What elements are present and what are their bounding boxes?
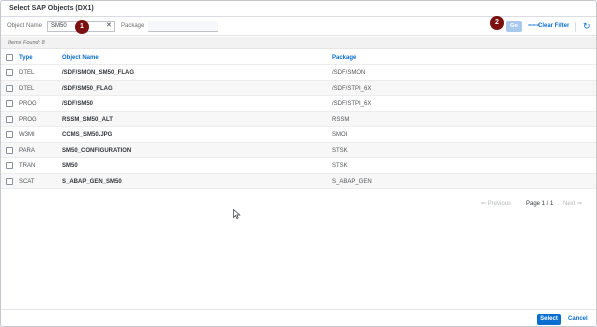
row-checkbox[interactable] — [6, 177, 13, 185]
row-type: PARA — [19, 147, 35, 154]
header-type[interactable]: Type — [19, 55, 33, 61]
row-checkbox[interactable] — [6, 84, 13, 92]
select-all-checkbox[interactable] — [6, 54, 13, 61]
row-checkbox[interactable] — [6, 69, 13, 76]
row-package: STSK — [332, 163, 348, 169]
arrow-left-icon: ⇐ — [481, 201, 488, 207]
table-row[interactable]: PROG RSSM_SM50_ALT RSSM — [1, 111, 596, 127]
toolbar-separator — [575, 22, 576, 32]
mouse-cursor-icon — [233, 209, 241, 219]
row-object-name: RSSM_SM50_ALT — [62, 116, 113, 123]
row-checkbox[interactable] — [6, 162, 13, 169]
row-object-name: SM50_CONFIGURATION — [62, 147, 132, 154]
step-badge-1: 1 — [75, 20, 89, 34]
next-button[interactable]: Next ⇒ — [563, 199, 582, 209]
row-type: PROG — [19, 101, 37, 107]
row-object-name: /SDF/SM50_FLAG — [62, 85, 113, 92]
table-row[interactable]: PROG /SDF/SM50 /SDF/STPI_6X — [1, 96, 596, 112]
previous-button[interactable]: ⇐ Previous — [481, 199, 511, 209]
object-name-label: Object Name — [7, 23, 43, 29]
dialog-title-bar: Select SAP Objects (DX1) — [1, 1, 596, 17]
row-package: SMOI — [332, 132, 348, 138]
row-object-name: CCMS_SM50.JPG — [62, 132, 113, 138]
package-label: Package — [121, 23, 145, 29]
go-button[interactable]: Go — [506, 21, 522, 32]
row-checkbox[interactable] — [6, 100, 13, 107]
row-package: RSSM — [332, 116, 350, 123]
row-type: DTEL — [19, 70, 35, 76]
row-object-name: /SDF/SM50 — [62, 101, 94, 107]
dialog-footer: Select Cancel — [1, 309, 596, 326]
row-package: S_ABAP_GEN — [332, 178, 372, 185]
row-type: TRAN — [19, 163, 36, 169]
dialog-title: Select SAP Objects (DX1) — [9, 5, 94, 12]
table-row[interactable]: W3MI CCMS_SM50.JPG SMOI — [1, 127, 596, 143]
row-package: STSK — [332, 147, 348, 154]
table-row[interactable]: DTEL /SDF/SMON_SM50_FLAG /SDF/SMON — [1, 65, 596, 81]
items-found-bar: Items Found: 8 — [1, 37, 596, 49]
cancel-button[interactable]: Cancel — [568, 314, 588, 325]
previous-label: Previous — [487, 201, 512, 207]
row-type: W3MI — [19, 132, 35, 138]
select-button[interactable]: Select — [537, 314, 561, 325]
row-package: /SDF/STPI_6X — [332, 101, 372, 107]
row-type: DTEL — [19, 85, 35, 92]
row-package: /SDF/STPI_6X — [332, 85, 372, 92]
objects-table: Type Object Name Package DTEL /SDF/SMON_… — [1, 50, 596, 189]
step-badge-2: 2 — [490, 16, 504, 30]
row-checkbox[interactable] — [6, 115, 13, 123]
clear-input-icon[interactable]: ✕ — [106, 22, 112, 30]
header-package[interactable]: Package — [332, 55, 356, 61]
package-input[interactable] — [148, 21, 218, 32]
table-row[interactable]: TRAN SM50 STSK — [1, 158, 596, 174]
select-objects-dialog: Select SAP Objects (DX1) Object Name SM5… — [0, 0, 597, 327]
next-label: Next — [563, 201, 576, 207]
clear-filter-button[interactable]: Clear Filter — [538, 23, 569, 29]
row-object-name: /SDF/SMON_SM50_FLAG — [62, 70, 135, 76]
header-object-name[interactable]: Object Name — [62, 55, 99, 61]
row-package: /SDF/SMON — [332, 70, 366, 76]
row-object-name: S_ABAP_GEN_SM50 — [62, 178, 122, 185]
items-found-text: Items Found: 8 — [8, 40, 45, 46]
row-type: SCAT — [19, 178, 35, 185]
row-type: PROG — [19, 116, 37, 123]
table-row[interactable]: DTEL /SDF/SM50_FLAG /SDF/STPI_6X — [1, 80, 596, 96]
table-row[interactable]: PARA SM50_CONFIGURATION STSK — [1, 142, 596, 158]
row-object-name: SM50 — [62, 163, 78, 169]
filter-bar: Object Name SM50 ✕ 1 Package 2 Go ⩶ Clea… — [1, 16, 596, 36]
arrow-right-icon: ⇒ — [575, 201, 583, 207]
page-indicator: Page 1 / 1 — [526, 201, 554, 207]
table-header-row: Type Object Name Package — [1, 50, 596, 65]
row-checkbox[interactable] — [6, 131, 13, 138]
table-row[interactable]: SCAT S_ABAP_GEN_SM50 S_ABAP_GEN — [1, 173, 596, 189]
row-checkbox[interactable] — [6, 146, 13, 154]
refresh-icon[interactable]: ↻ — [583, 21, 591, 31]
